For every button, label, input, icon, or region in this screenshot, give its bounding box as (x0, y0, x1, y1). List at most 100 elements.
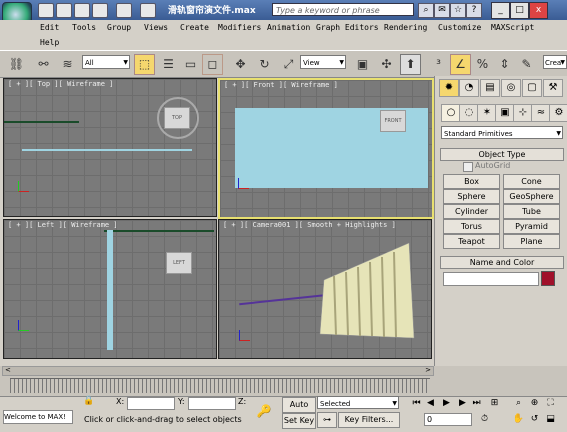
zoom-all-icon[interactable]: ⊕ (528, 397, 541, 410)
time-slider[interactable]: < > (2, 366, 434, 376)
maximize-button[interactable]: □ (510, 2, 529, 19)
viewport-front[interactable]: [ + ][ Front ][ Wireframe ] FRONT (218, 78, 434, 219)
scale-icon[interactable]: ⤢ (278, 54, 299, 75)
sphere-button[interactable]: Sphere (443, 189, 500, 204)
viewcube[interactable]: TOP (164, 107, 190, 129)
menu-help[interactable]: Help (40, 38, 59, 47)
track-bar[interactable] (10, 378, 430, 393)
play-icon[interactable]: ▶ (440, 397, 453, 410)
y-coordinate-field[interactable] (188, 397, 236, 410)
selection-filter-dropdown[interactable]: All (82, 55, 130, 70)
pivot-center-icon[interactable]: ▣ (352, 54, 373, 75)
viewport-top[interactable]: [ + ][ Top ][ Wireframe ] TOP (3, 78, 217, 217)
rectangular-selection-icon[interactable]: ▭ (180, 54, 201, 75)
close-button[interactable]: x (529, 2, 548, 19)
key-filters-button[interactable]: Key Filters... (338, 412, 400, 428)
window-crossing-icon[interactable]: ◻ (202, 54, 223, 75)
zoom-extents-icon[interactable]: ⛶ (544, 397, 557, 410)
menu-maxscript[interactable]: MAXScript (491, 23, 534, 32)
next-frame-icon[interactable]: ▶ (456, 397, 469, 410)
menu-graph-editors[interactable]: Graph Editors (316, 23, 379, 32)
select-by-name-icon[interactable]: ☰ (158, 54, 179, 75)
set-key-button[interactable]: Set Key (282, 413, 316, 429)
slider-prev-arrow[interactable]: < (5, 366, 11, 374)
current-frame-field[interactable]: 0 (424, 413, 472, 426)
box-button[interactable]: Box (443, 174, 500, 189)
plane-button[interactable]: Plane (503, 234, 560, 249)
search-input[interactable]: Type a keyword or phrase (272, 3, 414, 16)
modify-tab-icon[interactable]: ◔ (459, 79, 479, 97)
minimize-button[interactable]: _ (491, 2, 510, 19)
project-folder-icon[interactable] (140, 3, 156, 18)
cone-button[interactable]: Cone (503, 174, 560, 189)
create-tab-icon[interactable]: ✹ (439, 79, 459, 97)
snaps-toggle-icon[interactable]: ³ (428, 54, 449, 75)
orbit-icon[interactable]: ↺ (528, 413, 541, 426)
menu-create[interactable]: Create (180, 23, 209, 32)
menu-rendering[interactable]: Rendering (384, 23, 427, 32)
reference-coordinate-dropdown[interactable]: View (300, 55, 346, 70)
time-configuration-icon[interactable]: ⏱ (478, 413, 491, 426)
viewcube[interactable]: LEFT (166, 252, 192, 274)
keyboard-shortcut-override-icon[interactable]: ⬆ (400, 54, 421, 75)
menu-views[interactable]: Views (144, 23, 168, 32)
menu-edit[interactable]: Edit (40, 23, 59, 32)
maxscript-listener[interactable]: Welcome to MAX! (3, 410, 73, 424)
save-file-icon[interactable] (74, 3, 90, 18)
search-binoculars-icon[interactable]: ⌕ (418, 3, 434, 18)
pyramid-button[interactable]: Pyramid (503, 219, 560, 234)
menu-customize[interactable]: Customize (438, 23, 481, 32)
open-file-icon[interactable] (56, 3, 72, 18)
autogrid-checkbox[interactable] (463, 162, 473, 172)
cylinder-button[interactable]: Cylinder (443, 204, 500, 219)
select-link-icon[interactable]: ⛓ (6, 54, 27, 75)
viewport-label[interactable]: [ + ][ Top ][ Wireframe ] (8, 80, 113, 88)
category-dropdown[interactable]: Standard Primitives (441, 126, 563, 141)
key-mode-dropdown[interactable]: Selected (317, 396, 399, 411)
viewport-camera[interactable]: [ + ][ Camera001 ][ Smooth + Highlights … (218, 219, 432, 359)
select-object-icon[interactable]: ⬚ (134, 54, 155, 75)
help-button[interactable]: ? (466, 3, 482, 18)
menu-animation[interactable]: Animation (267, 23, 310, 32)
new-file-icon[interactable] (38, 3, 54, 18)
pan-icon[interactable]: ✋ (512, 413, 525, 426)
spinner-snap-icon[interactable]: ⇕ (494, 54, 515, 75)
favorites-icon[interactable]: ☆ (450, 3, 466, 18)
set-key-mode-icon[interactable]: 🔑 (253, 404, 275, 418)
rotate-icon[interactable]: ↻ (254, 54, 275, 75)
menu-group[interactable]: Group (107, 23, 131, 32)
maximize-viewport-icon[interactable]: ⬓ (544, 413, 557, 426)
viewcube[interactable]: FRONT (380, 110, 406, 132)
go-to-end-icon[interactable]: ⏭ (470, 397, 483, 410)
tube-button[interactable]: Tube (503, 204, 560, 219)
shapes-icon[interactable]: ◌ (459, 104, 479, 122)
viewport-label[interactable]: [ + ][ Left ][ Wireframe ] (8, 221, 118, 229)
edit-named-selection-icon[interactable]: ✎ (516, 54, 537, 75)
move-icon[interactable]: ✥ (230, 54, 251, 75)
viewport-left[interactable]: [ + ][ Left ][ Wireframe ] LEFT (3, 219, 217, 359)
object-color-swatch[interactable] (541, 271, 555, 286)
viewport-label[interactable]: [ + ][ Camera001 ][ Smooth + Highlights … (223, 221, 396, 229)
menu-tools[interactable]: Tools (72, 23, 96, 32)
redo-icon[interactable] (116, 3, 132, 18)
previous-frame-icon[interactable]: ◀ (424, 397, 437, 410)
cameras-icon[interactable]: ▣ (495, 104, 515, 122)
percent-snap-icon[interactable]: % (472, 54, 493, 75)
zoom-icon[interactable]: ⌕ (512, 397, 525, 410)
bind-space-warp-icon[interactable]: ≋ (57, 54, 78, 75)
menu-modifiers[interactable]: Modifiers (218, 23, 261, 32)
hierarchy-tab-icon[interactable]: ▤ (480, 79, 500, 97)
x-coordinate-field[interactable] (127, 397, 175, 410)
unlink-icon[interactable]: ⚯ (33, 54, 54, 75)
object-type-rollout[interactable]: Object Type (440, 148, 564, 161)
lights-icon[interactable]: ✶ (477, 104, 497, 122)
helpers-icon[interactable]: ⊹ (513, 104, 533, 122)
utilities-tab-icon[interactable]: ⚒ (543, 79, 563, 97)
spacewarps-icon[interactable]: ≈ (531, 104, 551, 122)
object-name-field[interactable] (443, 272, 539, 286)
select-manipulate-icon[interactable]: ✣ (376, 54, 397, 75)
geosphere-button[interactable]: GeoSphere (503, 189, 560, 204)
motion-tab-icon[interactable]: ◎ (501, 79, 521, 97)
name-and-color-rollout[interactable]: Name and Color (440, 256, 564, 269)
torus-button[interactable]: Torus (443, 219, 500, 234)
